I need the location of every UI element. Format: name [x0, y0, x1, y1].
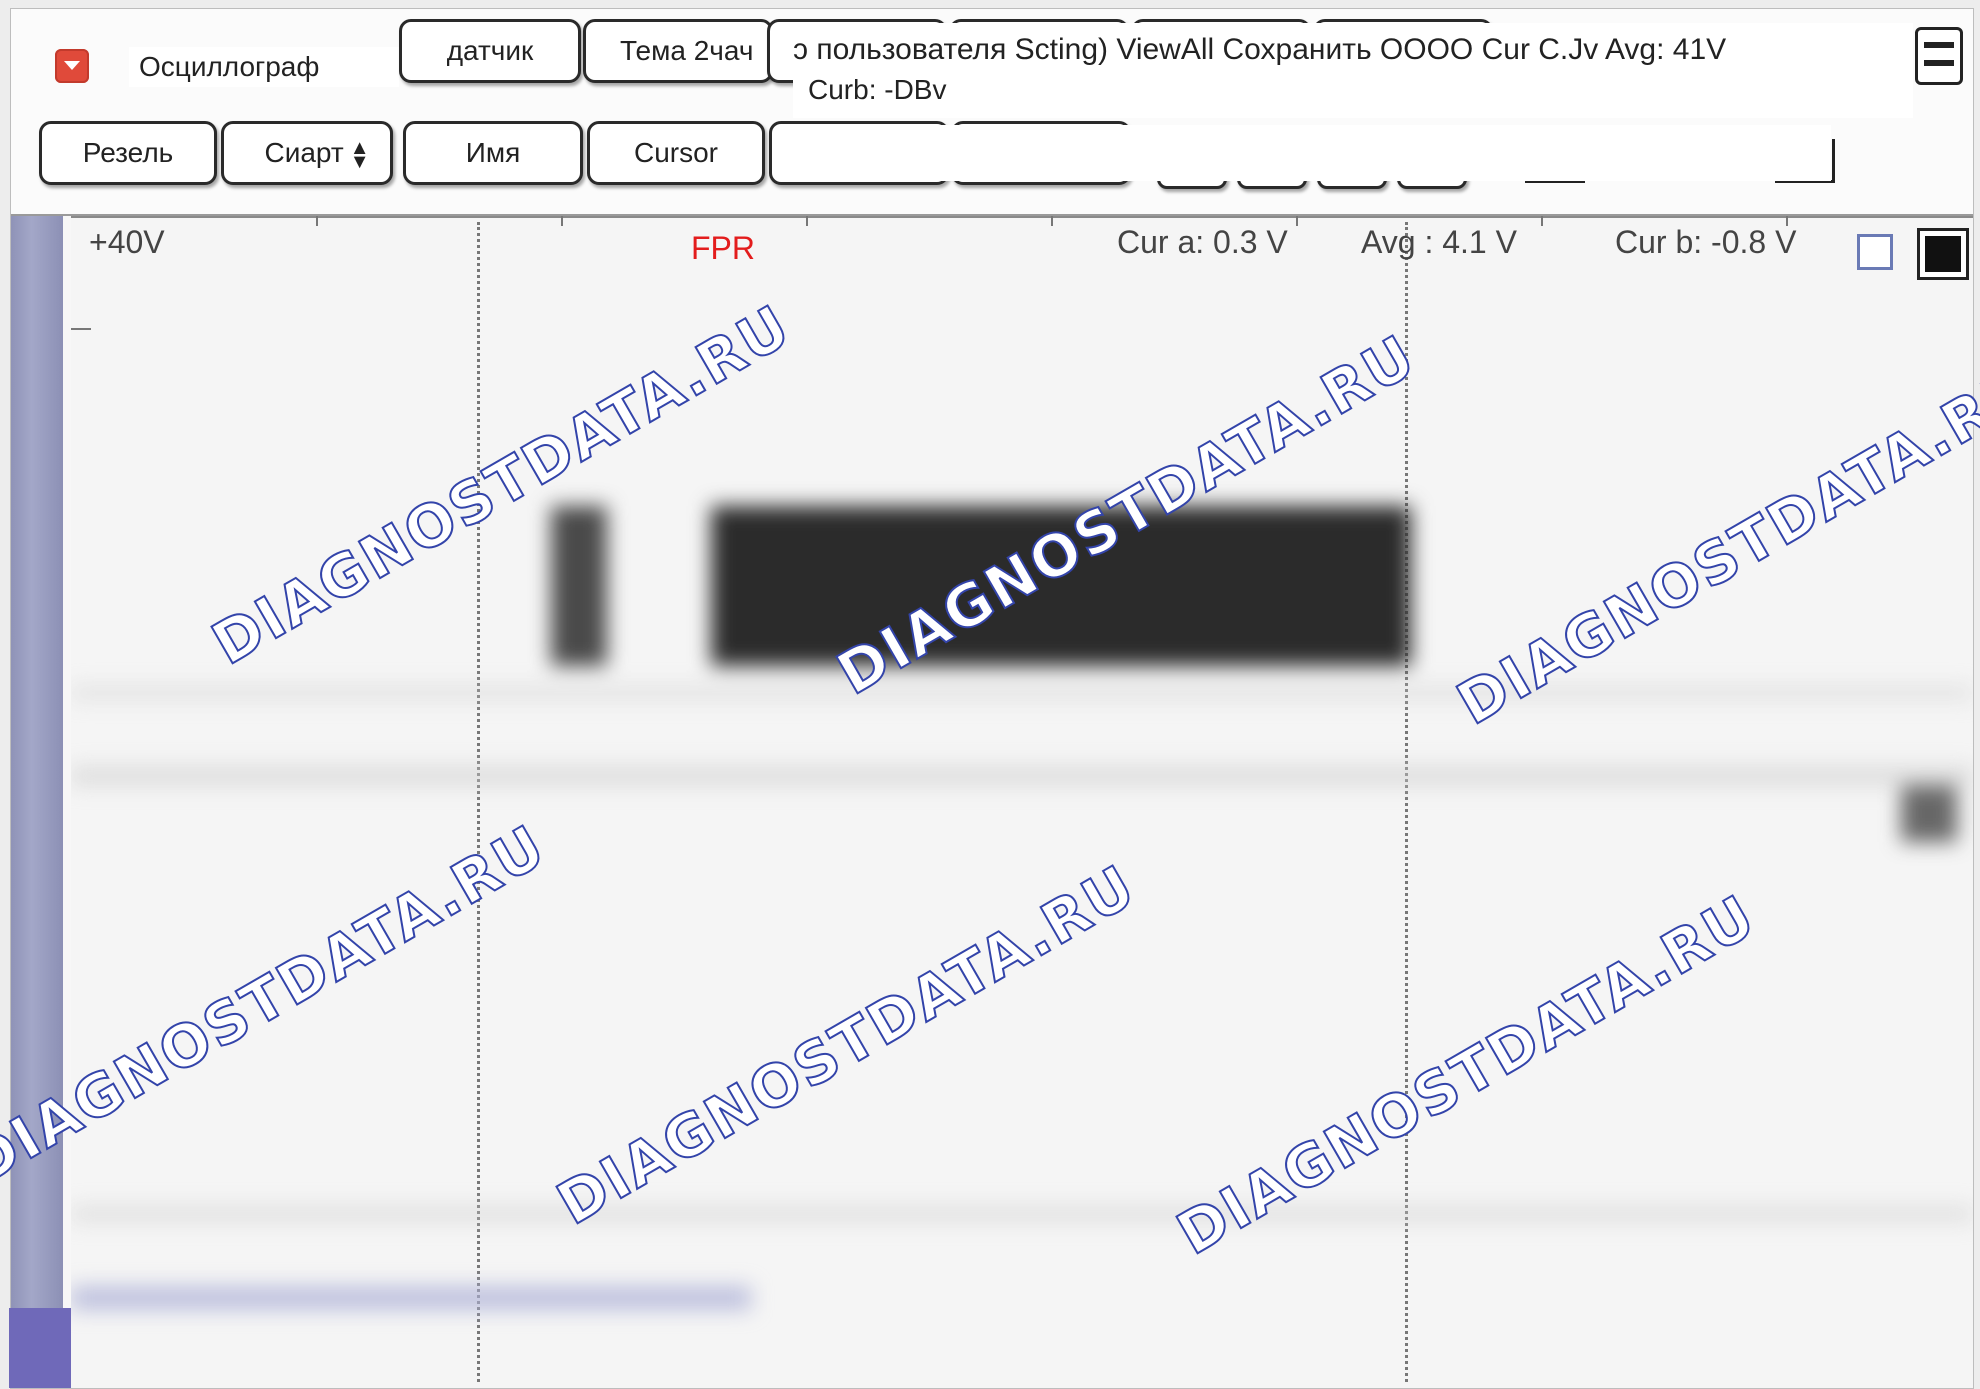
- blurred-checkbox: [1901, 786, 1957, 842]
- waveform-pulse-1: [551, 506, 607, 666]
- average-readout: Avg : 4.1 V: [1361, 224, 1517, 260]
- reset-button[interactable]: Резель: [39, 121, 217, 185]
- name-button[interactable]: Имя: [403, 121, 583, 185]
- oscilloscope-window: Осциллограф датчик Тема 2чач Резель Сиар…: [9, 8, 1974, 1389]
- trace-band-1: [71, 686, 1973, 700]
- start-label: Сиарт: [264, 137, 344, 168]
- scale-label: +40V: [89, 224, 165, 260]
- cursor-button[interactable]: Cursor: [587, 121, 765, 185]
- cursor-b-readout: Cur b: -0.8 V: [1615, 224, 1797, 260]
- start-button[interactable]: Сиарт ▲ ▼: [221, 121, 393, 185]
- panel-menu-icon[interactable]: [1915, 27, 1963, 85]
- blurred-label: [71, 1286, 751, 1310]
- channel-label: FPR: [691, 230, 755, 266]
- y-tick: [71, 328, 91, 330]
- checkbox-filled[interactable]: [1917, 228, 1969, 280]
- checkbox-empty[interactable]: [1857, 234, 1893, 270]
- trace-band-3: [71, 1206, 1973, 1222]
- blurred-waveform: [71, 426, 1973, 1388]
- status-overlay: ɔ пользователя Scting) ViewAll Сохранить…: [793, 23, 1913, 118]
- left-scrollbar[interactable]: [9, 216, 129, 1388]
- dropdown-arrow-icon[interactable]: [55, 49, 89, 83]
- theme-button[interactable]: Тема 2чач: [583, 19, 773, 83]
- overlay-patch: [811, 125, 1831, 181]
- waveform-pulse-2: [711, 506, 1411, 666]
- app-title: Осциллограф: [129, 47, 399, 87]
- top-scale: [71, 216, 1973, 226]
- status-line: ɔ пользователя Scting) ViewAll Сохранить…: [793, 33, 1727, 66]
- scope-display: +40V FPR Cur a: 0.3 V Avg : 4.1 V Cur b:…: [71, 216, 1973, 1388]
- trace-band-2: [71, 766, 1973, 786]
- sensor-button[interactable]: датчик: [399, 19, 581, 83]
- toolbar: Осциллограф датчик Тема 2чач Резель Сиар…: [11, 9, 1973, 216]
- stepper-icon: ▲ ▼: [349, 136, 370, 173]
- curb-readout: Curb: -DBv: [808, 74, 947, 105]
- cursor-a-readout: Cur a: 0.3 V: [1117, 224, 1288, 260]
